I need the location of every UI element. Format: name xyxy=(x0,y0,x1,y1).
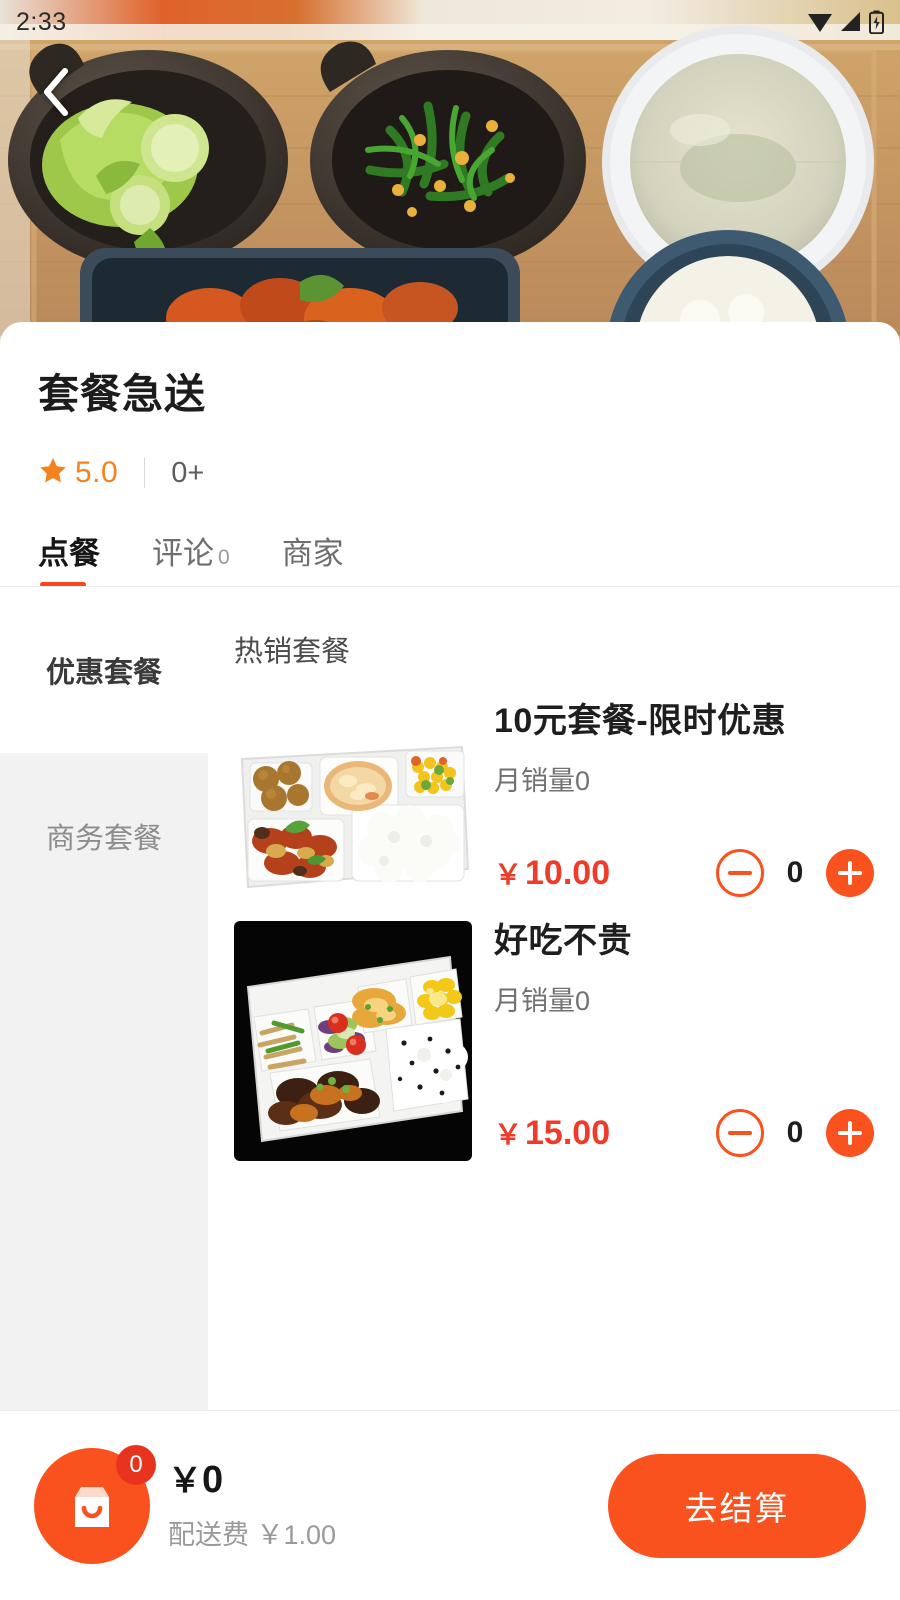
rating-group: 5.0 xyxy=(38,456,118,491)
hero-image xyxy=(0,0,900,345)
content-sheet: 套餐急送 5.0 0+ 点餐 评论 0 商家 优惠套餐 商务套餐 热销套餐 10… xyxy=(0,322,900,1600)
dish-price: ￥15.00 xyxy=(494,1113,610,1153)
tab-merchant-label: 商家 xyxy=(281,536,344,571)
currency-symbol: ￥ xyxy=(494,859,523,890)
cart-summary: ￥0 配送费 ￥1.00 xyxy=(168,1459,336,1552)
back-button[interactable] xyxy=(28,64,84,120)
tab-order[interactable]: 点餐 xyxy=(38,528,100,587)
chevron-left-icon xyxy=(41,67,71,117)
cart-total: ￥0 xyxy=(168,1459,336,1503)
sidebar-item-business-set[interactable]: 商务套餐 xyxy=(0,753,208,919)
tab-reviews-count: 0 xyxy=(218,546,230,569)
dish-price-row: ￥15.00 0 xyxy=(494,1109,874,1161)
rating-value: 5.0 xyxy=(75,456,119,489)
sidebar-item-discount-set[interactable]: 优惠套餐 xyxy=(0,587,208,753)
tab-bar-divider xyxy=(0,586,900,587)
cart-count-badge: 0 xyxy=(116,1444,156,1485)
tab-order-label: 点餐 xyxy=(38,536,100,571)
app-screen: 2:33 套餐急送 5.0 0+ 点餐 评论 0 商家 优惠套餐 商务套餐 热销… xyxy=(0,0,900,1600)
cart-currency-symbol: ￥ xyxy=(168,1462,202,1501)
shop-header: 套餐急送 5.0 0+ xyxy=(0,322,900,491)
price-value: 15.00 xyxy=(525,1114,611,1152)
dish-price-row: ￥10.00 0 xyxy=(494,849,874,901)
dish-monthly-sales: 月销量0 xyxy=(494,985,591,1016)
dish-name: 好吃不贵 xyxy=(494,922,632,960)
dish-price: ￥10.00 xyxy=(494,853,610,893)
list-item[interactable]: 10元套餐-限时优惠 月销量0 ￥10.00 0 xyxy=(208,687,900,907)
sidebar-item-label: 优惠套餐 xyxy=(45,657,162,689)
section-title: 热销套餐 xyxy=(234,636,351,668)
shop-meta: 5.0 0+ xyxy=(38,455,862,491)
checkout-button-label: 去结算 xyxy=(684,1489,790,1527)
cart-bar: 0 ￥0 配送费 ￥1.00 去结算 xyxy=(0,1410,900,1600)
plus-circle-icon[interactable] xyxy=(826,1109,874,1157)
plus-circle-icon[interactable] xyxy=(826,849,874,897)
dish-thumbnail[interactable] xyxy=(234,921,472,1161)
bento-black-image xyxy=(234,921,472,1161)
list-item[interactable]: 好吃不贵 月销量0 ￥15.00 0 xyxy=(208,907,900,1167)
cart-button[interactable]: 0 xyxy=(34,1444,156,1564)
checkout-button[interactable]: 去结算 xyxy=(608,1453,866,1558)
cart-total-value: 0 xyxy=(202,1459,224,1502)
dish-monthly-sales: 月销量0 xyxy=(494,765,591,796)
bento-white-image xyxy=(234,701,472,901)
quantity-stepper: 0 xyxy=(716,1109,874,1157)
dish-name: 10元套餐-限时优惠 xyxy=(494,702,787,740)
tab-reviews[interactable]: 评论 0 xyxy=(152,528,230,587)
minus-circle-icon[interactable] xyxy=(716,849,764,897)
star-icon xyxy=(38,456,68,491)
page-title: 套餐急送 xyxy=(38,371,206,417)
tab-bar: 点餐 评论 0 商家 xyxy=(0,521,900,587)
quantity-value: 0 xyxy=(786,856,804,889)
meta-divider xyxy=(144,458,146,488)
minus-circle-icon[interactable] xyxy=(716,1109,764,1157)
quantity-stepper: 0 xyxy=(716,849,874,897)
quantity-value: 0 xyxy=(786,1116,804,1149)
hero-food-photo xyxy=(0,0,900,345)
currency-symbol: ￥ xyxy=(494,1119,523,1150)
shop-sales-count: 0+ xyxy=(171,456,205,489)
sidebar-item-label: 商务套餐 xyxy=(45,823,162,855)
dish-info: 10元套餐-限时优惠 月销量0 ￥10.00 0 xyxy=(472,701,874,901)
tab-merchant[interactable]: 商家 xyxy=(282,528,344,587)
tab-reviews-label: 评论 xyxy=(152,536,214,571)
dish-info: 好吃不贵 月销量0 ￥15.00 0 xyxy=(472,921,874,1161)
price-value: 10.00 xyxy=(525,854,611,892)
dish-thumbnail[interactable] xyxy=(234,701,472,901)
delivery-fee-label: 配送费 ￥1.00 xyxy=(168,1519,337,1550)
